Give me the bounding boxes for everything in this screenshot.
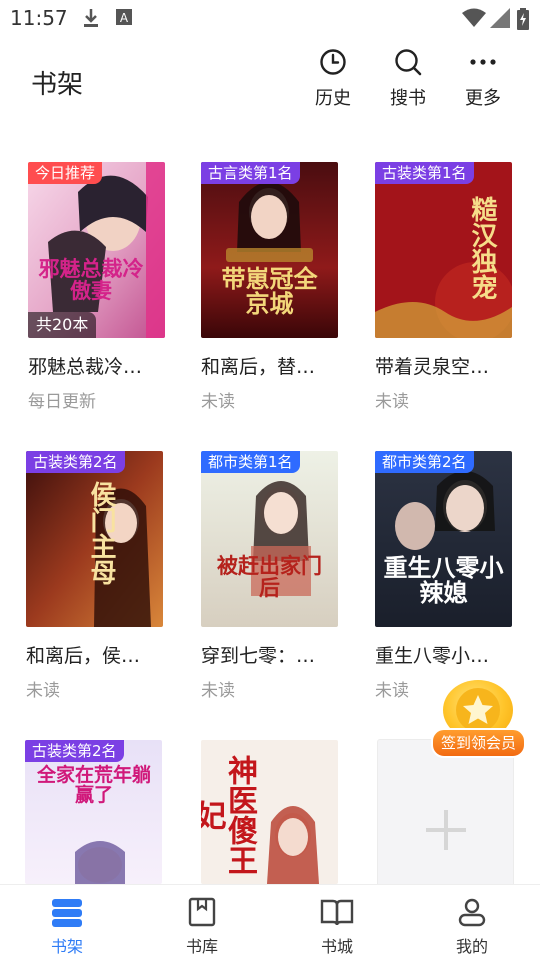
nav-profile[interactable]: 我的 [417, 885, 527, 961]
rank-tag: 都市类第2名 [375, 451, 474, 473]
more-icon [470, 59, 496, 65]
cover-illustration [201, 451, 338, 627]
signal-icon [490, 8, 510, 32]
book-cover[interactable]: 糙汉独宠 古装类第1名 [375, 162, 512, 338]
book-cover[interactable]: 神医傻王妃 [201, 740, 338, 884]
book-cover[interactable]: 邪魅总裁冷傲妻 今日推荐 共20本 [28, 162, 165, 338]
status-bar: 11:57 A [0, 0, 540, 36]
cover-title-text: 全家在荒年躺赢了 [36, 764, 151, 806]
rank-tag: 古言类第1名 [201, 162, 300, 184]
search-icon [395, 49, 422, 76]
cover-title-text: 被赶出家门后 [217, 553, 322, 601]
book-item[interactable]: 带崽冠全京城 古言类第1名 和离后，替… 未读 [201, 162, 338, 412]
more-button[interactable]: 更多 [448, 48, 518, 118]
cover-title-text: 带崽冠全京城 [221, 264, 318, 319]
download-icon [82, 8, 100, 32]
add-book-button[interactable] [377, 739, 514, 891]
book-status: 每日更新 [28, 392, 96, 412]
history-button[interactable]: 历史 [298, 48, 368, 118]
bookshelf-icon [52, 899, 82, 927]
search-book-button[interactable]: 搜书 [373, 48, 443, 118]
rank-tag: 古装类第2名 [26, 451, 125, 473]
nav-bookshelf-label: 书架 [50, 937, 83, 956]
nav-profile-label: 我的 [455, 937, 488, 956]
book-item[interactable]: 全家在荒年躺赢了 古装类第2名 [25, 740, 162, 884]
more-label: 更多 [465, 88, 501, 109]
book-item[interactable]: 邪魅总裁冷傲妻 今日推荐 共20本 邪魅总裁冷… 每日更新 [28, 162, 165, 412]
book-title: 重生八零小… [375, 645, 490, 667]
book-cover[interactable]: 全家在荒年躺赢了 古装类第2名 [25, 740, 162, 884]
signin-label: 签到领会员 [431, 728, 527, 758]
book-cover[interactable]: 侯门主母 古装类第2名 [26, 451, 163, 627]
cover-title-text: 邪魅总裁冷傲妻 [38, 256, 144, 304]
svg-text:A: A [120, 11, 129, 25]
book-status: 未读 [201, 681, 235, 701]
nav-bookstore-label: 书城 [320, 937, 353, 956]
plus-icon-vertical [444, 810, 448, 850]
open-book-icon [320, 899, 354, 926]
book-status: 未读 [375, 392, 409, 412]
book-title: 和离后，替… [201, 356, 316, 378]
book-cover[interactable]: 带崽冠全京城 古言类第1名 [201, 162, 338, 338]
signin-reward-button[interactable]: 签到领会员 [425, 672, 527, 758]
cover-title-text: 重生八零小辣媳 [383, 553, 504, 608]
book-item[interactable]: 神医傻王妃 [201, 740, 338, 884]
cover-title-text: 侯门主母 [86, 481, 116, 585]
book-item[interactable]: 重生八零小辣媳 都市类第2名 重生八零小… 未读 [375, 451, 512, 701]
rank-tag: 都市类第1名 [201, 451, 300, 473]
status-time: 11:57 [10, 6, 68, 30]
book-cover[interactable]: 重生八零小辣媳 都市类第2名 [375, 451, 512, 627]
book-item[interactable]: 糙汉独宠 古装类第1名 带着灵泉空… 未读 [375, 162, 512, 412]
recommend-tag: 今日推荐 [28, 162, 103, 184]
book-item[interactable]: 侯门主母 古装类第2名 和离后，侯… 未读 [26, 451, 163, 701]
book-status: 未读 [201, 392, 235, 412]
page-title: 书架 [31, 70, 84, 100]
nav-bookshelf[interactable]: 书架 [12, 885, 122, 961]
book-status: 未读 [26, 681, 60, 701]
cover-title-text: 神医傻王妃 [201, 755, 257, 875]
book-title: 邪魅总裁冷… [28, 356, 143, 378]
cover-title-text: 糙汉独宠 [467, 196, 497, 300]
battery-charging-icon [517, 8, 529, 34]
wifi-icon [462, 8, 486, 32]
rank-tag: 古装类第2名 [25, 740, 124, 762]
book-title: 和离后，侯… [26, 645, 141, 667]
nav-bookstore[interactable]: 书城 [282, 885, 392, 961]
clock-icon [320, 49, 346, 75]
book-item[interactable]: 被赶出家门后 都市类第1名 穿到七零：… 未读 [201, 451, 338, 701]
search-book-label: 搜书 [390, 88, 426, 109]
history-label: 历史 [315, 88, 351, 109]
book-cover[interactable]: 被赶出家门后 都市类第1名 [201, 451, 338, 627]
rank-tag: 古装类第1名 [375, 162, 474, 184]
profile-icon [458, 898, 486, 927]
nav-book-library[interactable]: 书库 [147, 885, 257, 961]
book-title: 穿到七零：… [201, 645, 316, 667]
nav-book-library-label: 书库 [185, 937, 218, 956]
book-library-icon [188, 897, 216, 927]
bottom-nav: 书架 书库 书城 我的 [0, 884, 540, 961]
app-notification-icon: A [116, 8, 132, 30]
book-title: 带着灵泉空… [375, 356, 490, 378]
book-count-badge: 共20本 [28, 312, 97, 338]
